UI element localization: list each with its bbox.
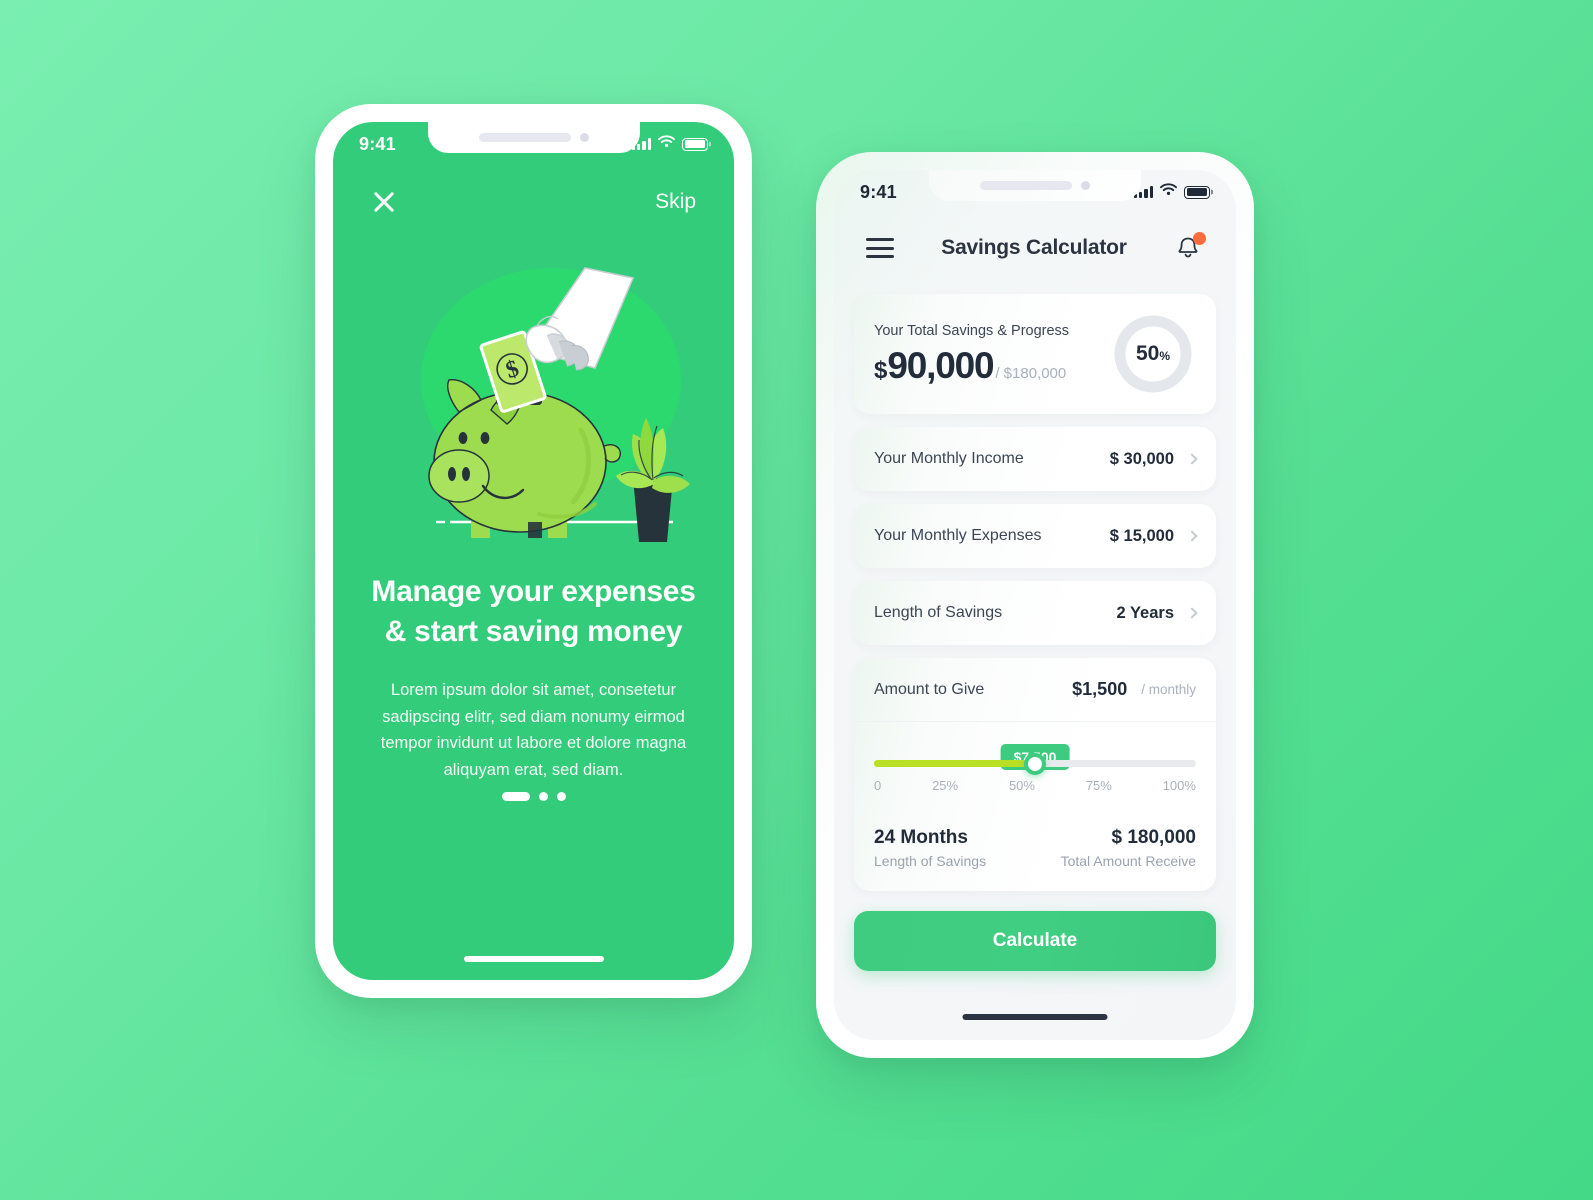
- summary-total-value: $ 180,000: [1111, 827, 1196, 848]
- calculator-phone-frame: 9:41 Savings Calculator Your Total Savin…: [816, 152, 1254, 1058]
- amount-to-give-right: $1,500 / monthly: [1072, 679, 1196, 700]
- summary-total-label: Total Amount Receive: [1060, 853, 1196, 869]
- row-monthly-expenses[interactable]: Your Monthly Expenses $ 15,000: [854, 504, 1216, 568]
- app-bar: Savings Calculator: [834, 222, 1236, 274]
- total-savings-label: Your Total Savings & Progress: [874, 323, 1070, 339]
- currency-symbol: $: [874, 357, 888, 384]
- row-right: 2 Years: [1116, 603, 1198, 623]
- calculator-content: Your Total Savings & Progress $ 90,000 /…: [834, 294, 1236, 1040]
- hamburger-menu-icon[interactable]: [866, 233, 894, 264]
- onboarding-phone-frame: 9:41 Skip $ Manage your expenses & start…: [315, 104, 752, 998]
- slider-tick: 50%: [1008, 778, 1035, 793]
- status-bar-time: 9:41: [359, 133, 396, 154]
- home-indicator: [463, 956, 604, 962]
- slider-track-fill: [874, 760, 1035, 767]
- row-right: $ 15,000: [1109, 526, 1198, 546]
- notch: [929, 170, 1141, 201]
- amount-slider-area: $7,500 0 25% 50% 75% 100%: [854, 722, 1216, 811]
- progress-ring-label: 50 %: [1112, 313, 1194, 395]
- row-value: $ 15,000: [1109, 526, 1174, 545]
- page-title: Savings Calculator: [941, 236, 1127, 259]
- chevron-right-icon[interactable]: [1186, 530, 1198, 542]
- savings-amount-value: 90,000: [887, 345, 994, 386]
- home-indicator: [962, 1014, 1108, 1020]
- notification-badge: [1193, 232, 1206, 245]
- slider-thumb[interactable]: [1024, 752, 1046, 775]
- speaker-grille: [980, 181, 1072, 190]
- page-indicator-dot[interactable]: [556, 792, 566, 801]
- page-indicator[interactable]: [333, 792, 734, 801]
- savings-summary: 24 Months Length of Savings $ 180,000 To…: [854, 811, 1216, 891]
- progress-percent-value: 50: [1135, 342, 1160, 365]
- onboarding-screen: 9:41 Skip $ Manage your expenses & start…: [333, 122, 734, 980]
- status-bar-time: 9:41: [860, 181, 897, 202]
- slider-tick: 25%: [932, 778, 959, 793]
- row-label: Your Monthly Income: [874, 450, 1024, 467]
- wifi-icon: [658, 135, 675, 153]
- progress-ring: 50 %: [1112, 313, 1194, 395]
- page-title-line-1: Manage your expenses: [371, 575, 696, 608]
- wifi-icon: [1160, 183, 1177, 201]
- page-title-line-2: & start saving money: [384, 614, 683, 648]
- calculator-screen: 9:41 Savings Calculator Your Total Savin…: [834, 170, 1236, 1040]
- hand-putting-money-in-piggy-bank-illustration: $: [333, 250, 734, 550]
- onboarding-top-bar: Skip: [333, 180, 734, 224]
- total-savings-card: Your Total Savings & Progress $ 90,000 /…: [854, 294, 1216, 414]
- row-monthly-income[interactable]: Your Monthly Income $ 30,000: [854, 427, 1216, 491]
- slider-tick: 0: [874, 778, 882, 793]
- front-camera-icon: [579, 133, 589, 142]
- close-icon[interactable]: [371, 189, 397, 215]
- slider-track[interactable]: [874, 752, 1196, 775]
- amount-to-give-card: Amount to Give $1,500 / monthly $7,500 0…: [854, 658, 1216, 891]
- savings-goal-value: / $180,000: [995, 365, 1067, 382]
- total-savings-amount: $ 90,000 / $180,000: [874, 347, 1069, 385]
- page-indicator-dot-active[interactable]: [501, 792, 530, 801]
- row-right: $ 30,000: [1109, 449, 1198, 469]
- battery-icon: [1184, 185, 1210, 199]
- front-camera-icon: [1081, 181, 1090, 190]
- slider-ticks: 0 25% 50% 75% 100%: [874, 778, 1196, 793]
- row-label: Your Monthly Expenses: [874, 527, 1042, 544]
- row-value: $ 30,000: [1109, 449, 1174, 468]
- speaker-grille: [478, 133, 571, 142]
- savings-text-block: Your Total Savings & Progress $ 90,000 /…: [874, 323, 1069, 385]
- summary-right: $ 180,000 Total Amount Receive: [1061, 827, 1196, 869]
- chevron-right-icon[interactable]: [1186, 607, 1198, 619]
- page-title: Manage your expenses & start saving mone…: [333, 572, 734, 652]
- page-description: Lorem ipsum dolor sit amet, consetetur s…: [380, 681, 687, 780]
- skip-button[interactable]: Skip: [655, 190, 696, 214]
- calculate-button[interactable]: Calculate: [854, 911, 1216, 971]
- summary-months-value: 24 Months: [874, 827, 968, 848]
- notch: [427, 122, 640, 153]
- slider-tick: 100%: [1162, 778, 1196, 793]
- percent-symbol: %: [1159, 349, 1171, 363]
- notifications-button[interactable]: [1174, 232, 1206, 263]
- row-label: Length of Savings: [874, 604, 1003, 621]
- summary-months-label: Length of Savings: [874, 853, 987, 869]
- amount-to-give-period: / monthly: [1141, 682, 1196, 697]
- chevron-right-icon[interactable]: [1186, 453, 1198, 465]
- amount-to-give-value: $1,500: [1072, 679, 1128, 699]
- status-bar-icons: [631, 135, 708, 153]
- status-bar-icons: [1133, 183, 1210, 201]
- row-length-of-savings[interactable]: Length of Savings 2 Years: [854, 581, 1216, 645]
- amount-to-give-header: Amount to Give $1,500 / monthly: [854, 658, 1216, 722]
- page-indicator-dot[interactable]: [538, 792, 548, 801]
- summary-left: 24 Months Length of Savings: [874, 827, 986, 869]
- row-value: 2 Years: [1116, 603, 1174, 622]
- slider-tick: 75%: [1085, 778, 1112, 793]
- amount-to-give-label: Amount to Give: [874, 680, 985, 698]
- battery-icon: [682, 137, 708, 151]
